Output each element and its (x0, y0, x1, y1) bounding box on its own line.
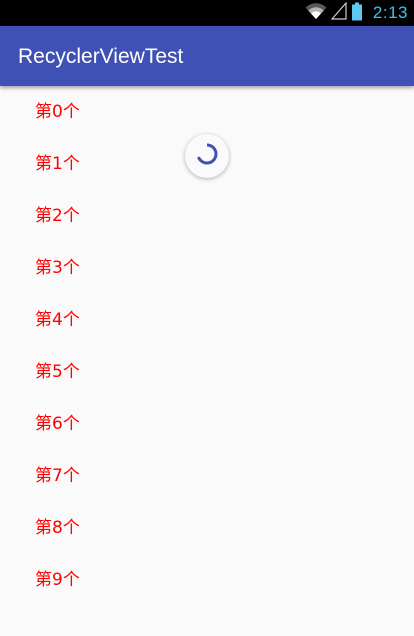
list-item[interactable]: 第3个 (0, 242, 414, 294)
list-item[interactable]: 第8个 (0, 502, 414, 554)
list-item[interactable]: 第6个 (0, 398, 414, 450)
list-item[interactable]: 第4个 (0, 294, 414, 346)
loading-spinner-icon (195, 142, 219, 170)
wifi-icon (305, 2, 327, 24)
list-item[interactable]: 第9个 (0, 554, 414, 606)
app-title: RecyclerViewTest (18, 45, 184, 68)
app-bar: RecyclerViewTest (0, 26, 414, 86)
list-item[interactable]: 第7个 (0, 450, 414, 502)
list-item[interactable]: 第0个 (0, 86, 414, 138)
status-bar: 2:13 (0, 0, 414, 26)
status-time: 2:13 (372, 3, 408, 22)
cell-signal-icon (330, 1, 347, 24)
list-item[interactable]: 第2个 (0, 190, 414, 242)
battery-icon (351, 2, 363, 25)
list-item[interactable]: 第5个 (0, 346, 414, 398)
pull-to-refresh-indicator (185, 134, 229, 178)
status-icons: 2:13 (305, 0, 408, 26)
